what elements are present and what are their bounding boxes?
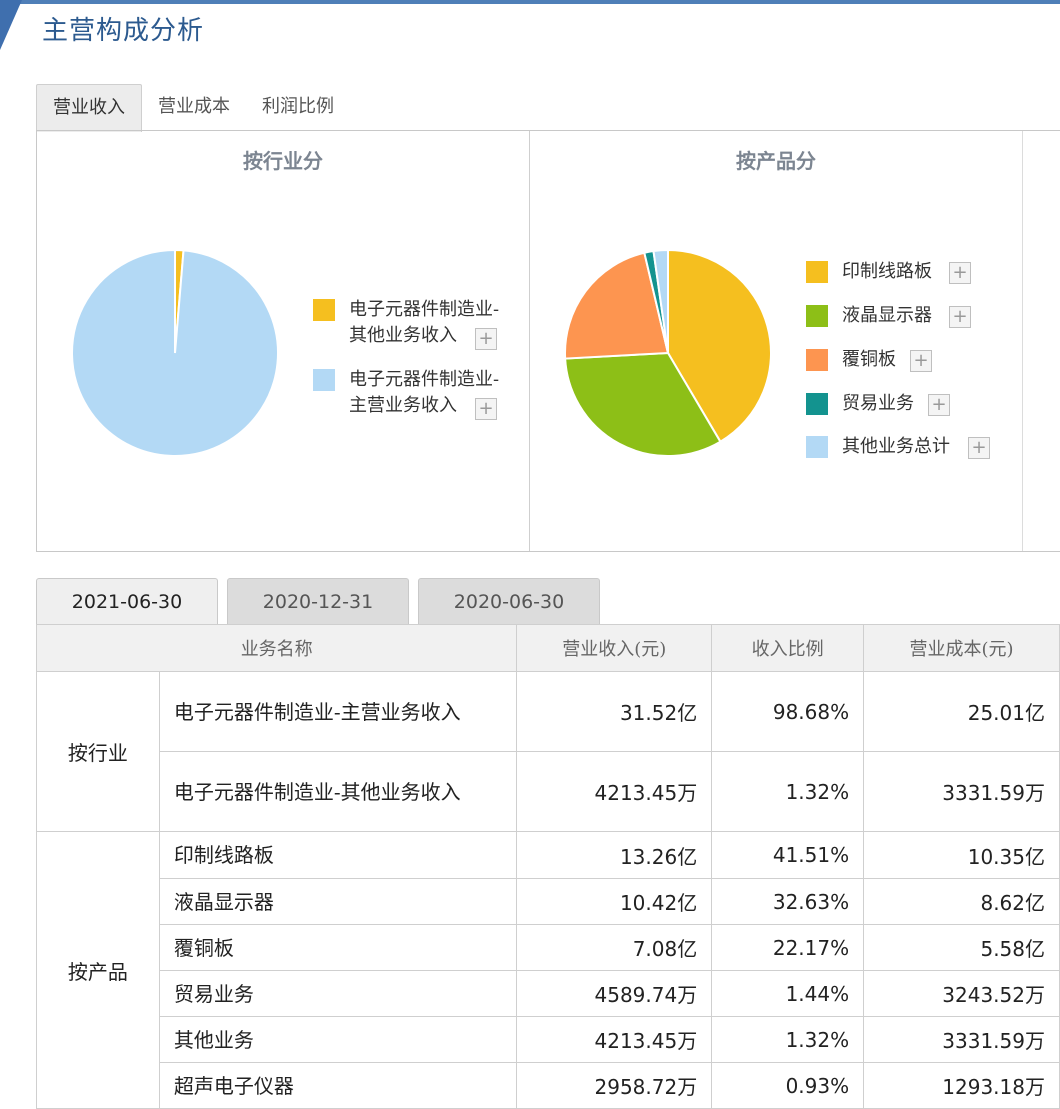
- legend-swatch: [806, 436, 828, 458]
- expand-plus-icon[interactable]: +: [949, 306, 971, 328]
- row-cost: 10.35亿: [863, 831, 1060, 879]
- main-tabs: 营业收入 营业成本 利润比例: [36, 84, 350, 132]
- table-row: 按产品 印制线路板 13.26亿 41.51% 10.35亿: [36, 831, 1060, 1109]
- header-accent-line: [0, 0, 1060, 4]
- row-ratio: 1.32%: [711, 751, 865, 832]
- row-cost: 3243.52万: [863, 970, 1060, 1017]
- row-name: 其他业务: [158, 1016, 518, 1063]
- expand-plus-icon[interactable]: +: [475, 328, 497, 350]
- header-business-name: 业务名称: [35, 624, 518, 672]
- expand-plus-icon[interactable]: +: [475, 398, 497, 420]
- table-row: 电子元器件制造业-其他业务收入 4213.45万 1.32% 3331.59万: [37, 751, 1060, 832]
- expand-plus-icon[interactable]: +: [949, 262, 971, 284]
- legend-item-other-total[interactable]: 其他业务总计 +: [806, 434, 1006, 462]
- row-revenue: 7.08亿: [516, 924, 713, 971]
- header-ratio: 收入比例: [711, 624, 865, 672]
- pie-slice-1[interactable]: [71, 248, 279, 457]
- product-pie-chart: [564, 248, 772, 457]
- legend-swatch: [313, 299, 335, 321]
- expand-plus-icon[interactable]: +: [928, 394, 950, 416]
- row-cost: 1293.18万: [863, 1062, 1060, 1109]
- legend-label: 贸易业务: [842, 393, 914, 414]
- row-revenue: 4213.45万: [516, 751, 713, 832]
- industry-chart-panel: 按行业分 电子元器件制造业- 其他业务收入 + 电子元器件制造业- 主营业务收入…: [37, 131, 530, 551]
- tab-date-2020-12-31[interactable]: 2020-12-31: [227, 578, 409, 624]
- legend-item-other-income[interactable]: 电子元器件制造业- 其他业务收入 +: [313, 297, 523, 353]
- expand-plus-icon[interactable]: +: [910, 350, 932, 372]
- row-ratio: 0.93%: [711, 1062, 865, 1109]
- row-cost: 3331.59万: [863, 751, 1060, 832]
- row-name: 印制线路板: [158, 831, 518, 879]
- table-row: 贸易业务 4589.74万 1.44% 3243.52万: [37, 970, 1060, 1017]
- row-ratio: 22.17%: [711, 924, 865, 971]
- table-row: 覆铜板 7.08亿 22.17% 5.58亿: [37, 924, 1060, 971]
- group-label-product: 按产品: [36, 831, 160, 1109]
- row-name: 电子元器件制造业-其他业务收入: [158, 751, 518, 832]
- table-row: 按行业 电子元器件制造业-主营业务收入 31.52亿 98.68% 25.01亿: [36, 671, 1060, 832]
- row-ratio: 41.51%: [711, 831, 865, 879]
- expand-plus-icon[interactable]: +: [968, 437, 990, 459]
- header-revenue: 营业收入(元): [516, 624, 713, 672]
- tab-date-2020-06-30[interactable]: 2020-06-30: [418, 578, 600, 624]
- legend-item-lcd[interactable]: 液晶显示器 +: [806, 303, 1006, 331]
- row-cost: 25.01亿: [863, 671, 1060, 752]
- row-name: 电子元器件制造业-主营业务收入: [158, 671, 518, 752]
- legend-swatch: [806, 349, 828, 371]
- legend-label: 液晶显示器: [842, 305, 932, 326]
- tab-date-2021-06-30[interactable]: 2021-06-30: [36, 578, 218, 624]
- row-cost: 8.62亿: [863, 878, 1060, 925]
- group-label-industry: 按行业: [36, 671, 160, 832]
- legend-label: 其他业务总计: [842, 436, 950, 457]
- row-revenue: 4589.74万: [516, 970, 713, 1017]
- row-revenue: 13.26亿: [516, 831, 713, 879]
- row-revenue: 2958.72万: [516, 1062, 713, 1109]
- legend-label: 印制线路板: [842, 261, 932, 282]
- industry-pie-chart: [71, 248, 279, 457]
- row-name: 超声电子仪器: [158, 1062, 518, 1109]
- tab-cost[interactable]: 营业成本: [142, 84, 246, 130]
- header-cost: 营业成本(元): [863, 624, 1060, 672]
- table-row: 其他业务 4213.45万 1.32% 3331.59万: [37, 1016, 1060, 1063]
- chart-area: 按行业分 电子元器件制造业- 其他业务收入 + 电子元器件制造业- 主营业务收入…: [36, 130, 1060, 552]
- legend-swatch: [313, 369, 335, 391]
- legend-item-ccl[interactable]: 覆铜板 +: [806, 347, 1006, 375]
- legend-item-trade[interactable]: 贸易业务 +: [806, 391, 1006, 419]
- row-name: 液晶显示器: [158, 878, 518, 925]
- business-composition-table: 业务名称 营业收入(元) 收入比例 营业成本(元) 按行业 电子元器件制造业-主…: [35, 624, 1060, 1109]
- row-ratio: 98.68%: [711, 671, 865, 752]
- product-chart-panel: 按产品分 印制线路板 + 液晶显示器 + 覆铜板 + 贸易业务 + 其他业务总计…: [530, 131, 1023, 551]
- row-ratio: 1.32%: [711, 1016, 865, 1063]
- legend-swatch: [806, 393, 828, 415]
- table-header-row: 业务名称 营业收入(元) 收入比例 营业成本(元): [35, 624, 1060, 672]
- row-revenue: 10.42亿: [516, 878, 713, 925]
- row-name: 覆铜板: [158, 924, 518, 971]
- row-ratio: 1.44%: [711, 970, 865, 1017]
- legend-item-pcb[interactable]: 印制线路板 +: [806, 259, 1006, 287]
- row-name: 贸易业务: [158, 970, 518, 1017]
- legend-item-main-income[interactable]: 电子元器件制造业- 主营业务收入 +: [313, 367, 523, 423]
- tab-profit-ratio[interactable]: 利润比例: [246, 84, 350, 130]
- product-chart-title: 按产品分: [736, 149, 816, 173]
- legend-swatch: [806, 261, 828, 283]
- row-cost: 5.58亿: [863, 924, 1060, 971]
- row-cost: 3331.59万: [863, 1016, 1060, 1063]
- row-ratio: 32.63%: [711, 878, 865, 925]
- industry-chart-title: 按行业分: [243, 149, 323, 173]
- page-title: 主营构成分析: [42, 16, 205, 46]
- legend-label: 覆铜板: [842, 349, 896, 370]
- table-row: 超声电子仪器 2958.72万 0.93% 1293.18万: [37, 1062, 1060, 1109]
- title-accent-wedge: [0, 0, 22, 50]
- table-row: 液晶显示器 10.42亿 32.63% 8.62亿: [37, 878, 1060, 925]
- row-revenue: 31.52亿: [516, 671, 713, 752]
- tab-revenue[interactable]: 营业收入: [36, 84, 142, 132]
- legend-swatch: [806, 305, 828, 327]
- row-revenue: 4213.45万: [516, 1016, 713, 1063]
